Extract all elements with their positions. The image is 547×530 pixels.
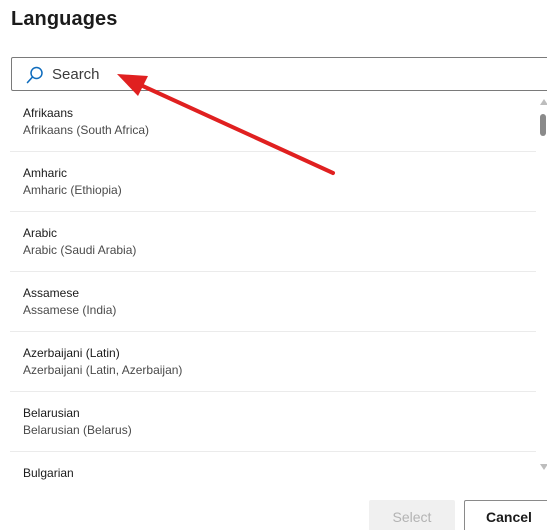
search-input[interactable] (52, 59, 542, 89)
scroll-down-arrow-icon[interactable] (540, 464, 547, 470)
list-item[interactable]: Bulgarian (10, 452, 536, 480)
list-item[interactable]: Arabic Arabic (Saudi Arabia) (10, 212, 536, 272)
language-region: Arabic (Saudi Arabia) (23, 243, 137, 257)
cancel-button[interactable]: Cancel (464, 500, 547, 530)
language-region: Amharic (Ethiopia) (23, 183, 122, 197)
language-name: Amharic (23, 166, 68, 180)
language-region: Afrikaans (South Africa) (23, 123, 150, 137)
list-item[interactable]: Amharic Amharic (Ethiopia) (10, 152, 536, 212)
search-icon (26, 66, 43, 84)
search-box[interactable] (11, 57, 547, 91)
language-region: Azerbaijani (Latin, Azerbaijan) (23, 363, 183, 377)
list-item[interactable]: Belarusian Belarusian (Belarus) (10, 392, 536, 452)
language-name: Arabic (23, 226, 58, 240)
language-name: Afrikaans (23, 106, 74, 120)
language-list: Afrikaans Afrikaans (South Africa) Amhar… (10, 92, 536, 480)
list-item[interactable]: Azerbaijani (Latin) Azerbaijani (Latin, … (10, 332, 536, 392)
language-name: Belarusian (23, 406, 80, 420)
language-region: Assamese (India) (23, 303, 117, 317)
language-name: Bulgarian (23, 466, 74, 480)
dialog-title: Languages (11, 8, 118, 30)
select-button[interactable]: Select (369, 500, 455, 530)
list-item[interactable]: Afrikaans Afrikaans (South Africa) (10, 92, 536, 152)
language-name: Assamese (23, 286, 80, 300)
scroll-up-arrow-icon[interactable] (540, 99, 547, 105)
list-item[interactable]: Assamese Assamese (India) (10, 272, 536, 332)
list-scrollbar[interactable] (538, 92, 547, 482)
languages-dialog: Languages Afrikaans Afrikaans (South Afr… (0, 0, 547, 530)
scroll-thumb[interactable] (540, 114, 546, 136)
language-name: Azerbaijani (Latin) (23, 346, 120, 360)
language-region: Belarusian (Belarus) (23, 423, 132, 437)
